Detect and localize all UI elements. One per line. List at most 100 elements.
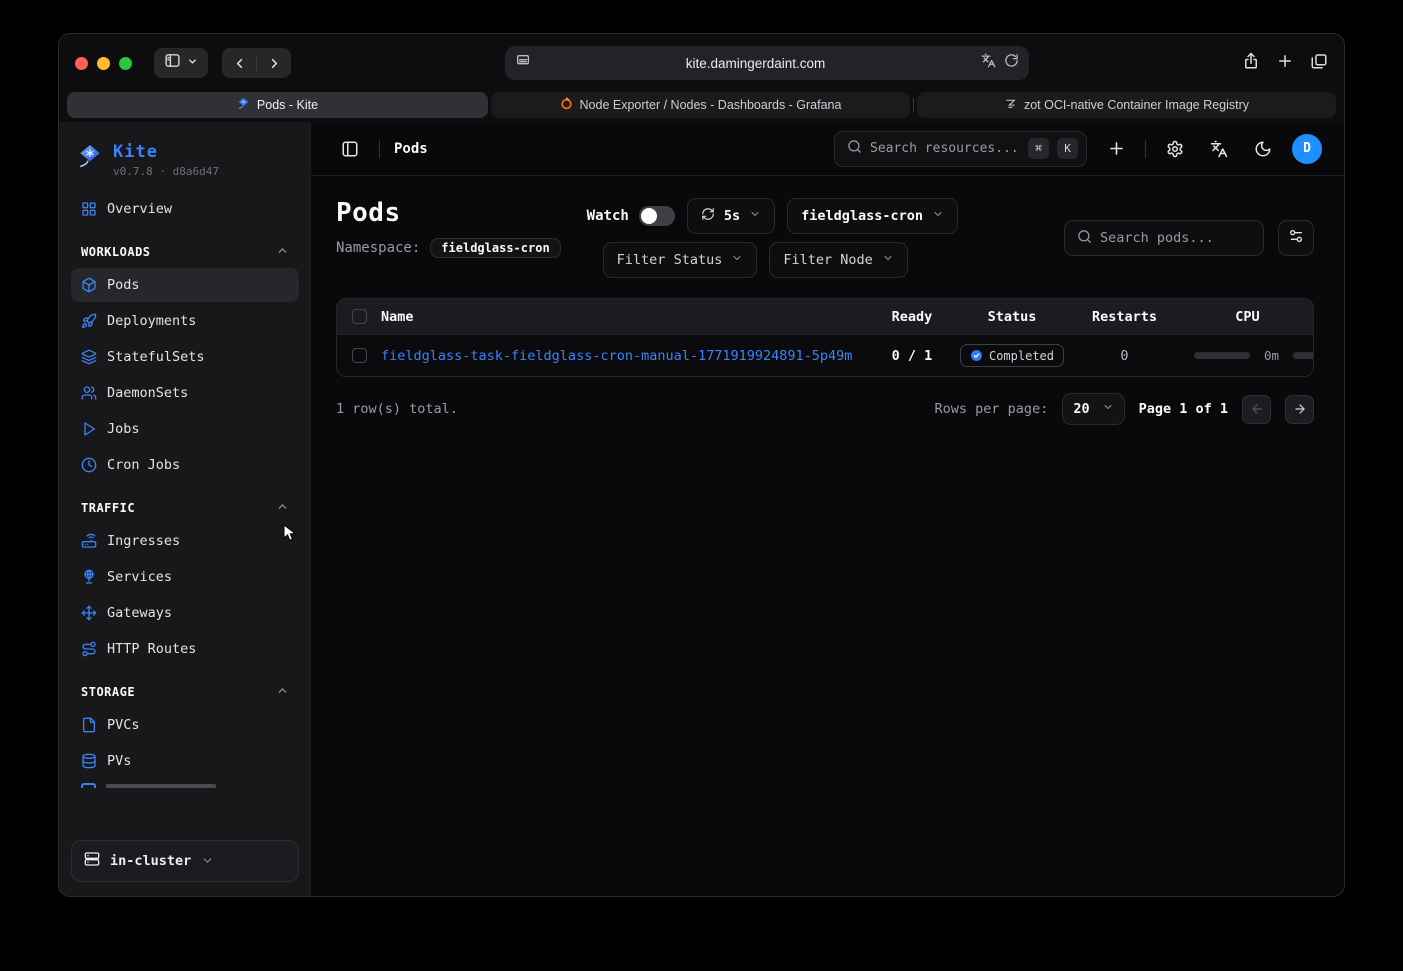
dark-mode-moon-icon[interactable]	[1248, 134, 1278, 164]
pods-search-input[interactable]	[1100, 230, 1251, 246]
filter-node-dropdown[interactable]: Filter Node	[769, 242, 907, 278]
sidebar-item-label: Overview	[107, 201, 172, 217]
sidebar-item-label: Deployments	[107, 313, 196, 329]
check-circle-icon	[970, 349, 983, 362]
section-traffic[interactable]: TRAFFIC	[71, 500, 299, 516]
grid-icon	[81, 201, 97, 217]
column-header-restarts[interactable]: Restarts	[1067, 309, 1182, 325]
tab-zot[interactable]: zot OCI-native Container Image Registry	[917, 92, 1336, 118]
sidebar-item-gateways[interactable]: Gateways	[71, 596, 299, 630]
settings-gear-icon[interactable]	[1160, 134, 1190, 164]
sidebar-item-label: HTTP Routes	[107, 641, 196, 657]
sidebar-item-deployments[interactable]: Deployments	[71, 304, 299, 338]
address-bar[interactable]: kite.damingerdaint.com	[505, 46, 1029, 80]
sidebar-item-http-routes[interactable]: HTTP Routes	[71, 632, 299, 666]
tab-overview-icon[interactable]	[1310, 52, 1328, 75]
sidebar-scroll-area[interactable]: Kite v0.7.8 · d8a6d47 Overview WORKLOADS	[59, 122, 311, 830]
sidebar-item-pods[interactable]: Pods	[71, 268, 299, 302]
sidebar-item-statefulsets[interactable]: StatefulSets	[71, 340, 299, 374]
create-resource-button[interactable]	[1101, 134, 1131, 164]
filter-status-dropdown[interactable]: Filter Status	[603, 242, 758, 278]
tab-label: zot OCI-native Container Image Registry	[1024, 98, 1249, 112]
sidebar-item-label: Ingresses	[107, 533, 180, 549]
status-text: Completed	[989, 349, 1054, 363]
app-logo[interactable]: Kite v0.7.8 · d8a6d47	[71, 136, 299, 192]
refresh-interval-dropdown[interactable]: 5s	[687, 198, 775, 234]
chevron-down-icon	[932, 208, 944, 224]
search-icon	[847, 139, 862, 158]
namespace-badge: fieldglass-cron	[430, 238, 560, 258]
cluster-selector[interactable]: in-cluster	[71, 840, 299, 882]
language-icon[interactable]	[1204, 134, 1234, 164]
refresh-interval-value: 5s	[724, 208, 740, 224]
global-search-input[interactable]	[870, 141, 1020, 156]
new-tab-icon[interactable]	[1276, 52, 1294, 75]
select-all-checkbox[interactable]	[352, 309, 367, 324]
close-window-button[interactable]	[75, 57, 88, 70]
browser-toolbar: kite.damingerdaint.com	[59, 34, 1344, 92]
breadcrumb: Pods	[394, 141, 428, 157]
previous-page-button[interactable]	[1242, 395, 1271, 424]
translate-page-icon[interactable]	[981, 53, 996, 73]
pods-search[interactable]	[1064, 220, 1264, 256]
sidebar-item-label: Jobs	[107, 421, 140, 437]
browser-sidebar-toggle-button[interactable]	[154, 48, 208, 78]
back-button[interactable]	[222, 48, 256, 78]
chevron-up-icon	[276, 500, 289, 516]
sidebar-item-cron-jobs[interactable]: Cron Jobs	[71, 448, 299, 482]
section-workloads[interactable]: WORKLOADS	[71, 244, 299, 260]
column-settings-button[interactable]	[1278, 220, 1314, 256]
browser-window: kite.damingerdaint.com Pods -	[58, 33, 1345, 897]
forward-button[interactable]	[257, 48, 291, 78]
sidebar-panel-icon	[164, 52, 181, 74]
share-icon[interactable]	[1242, 52, 1260, 75]
section-label: WORKLOADS	[81, 245, 151, 259]
chevron-down-icon	[882, 252, 894, 268]
pod-name-link[interactable]: fieldglass-task-fieldglass-cron-manual-1…	[381, 348, 867, 364]
page-info: Page 1 of 1	[1139, 401, 1228, 417]
sidebar-item-overview[interactable]: Overview	[71, 192, 299, 226]
watch-toggle[interactable]	[639, 206, 675, 226]
section-label: TRAFFIC	[81, 501, 135, 515]
kbd-command: ⌘	[1028, 138, 1049, 159]
tab-grafana[interactable]: Node Exporter / Nodes - Dashboards - Gra…	[491, 92, 910, 118]
table-row[interactable]: fieldglass-task-fieldglass-cron-manual-1…	[337, 334, 1313, 376]
page-title: Pods	[336, 198, 561, 228]
tab-label: Node Exporter / Nodes - Dashboards - Gra…	[580, 98, 842, 112]
section-storage[interactable]: STORAGE	[71, 684, 299, 700]
router-icon	[81, 533, 97, 549]
reload-icon[interactable]	[1004, 53, 1019, 73]
sidebar-item-daemonsets[interactable]: DaemonSets	[71, 376, 299, 410]
tab-label: Pods - Kite	[257, 98, 318, 112]
rows-total-text: 1 row(s) total.	[336, 401, 458, 417]
next-page-button[interactable]	[1285, 395, 1314, 424]
sidebar-item-pvs[interactable]: PVs	[71, 744, 299, 778]
sidebar-item-ingresses[interactable]: Ingresses	[71, 524, 299, 558]
chrome-right-buttons	[1242, 52, 1328, 75]
column-header-status[interactable]: Status	[957, 309, 1067, 325]
app-sidebar-toggle-button[interactable]	[335, 134, 365, 164]
sidebar-item-jobs[interactable]: Jobs	[71, 412, 299, 446]
column-header-ready[interactable]: Ready	[867, 309, 957, 325]
table-footer: 1 row(s) total. Rows per page: 20 Page 1…	[311, 377, 1344, 425]
reader-icon[interactable]	[515, 53, 531, 74]
zot-favicon	[1004, 97, 1017, 113]
avatar[interactable]: D	[1292, 134, 1322, 164]
file-icon	[81, 717, 97, 733]
global-search[interactable]: ⌘ K	[834, 131, 1087, 167]
column-header-cpu[interactable]: CPU	[1182, 309, 1313, 325]
minimize-window-button[interactable]	[97, 57, 110, 70]
sidebar-item-label: Cron Jobs	[107, 457, 180, 473]
rows-per-page-value: 20	[1073, 401, 1089, 417]
sidebar-item-services[interactable]: Services	[71, 560, 299, 594]
tab-pods-kite[interactable]: Pods - Kite	[67, 92, 488, 118]
rows-per-page-dropdown[interactable]: 20	[1062, 393, 1124, 425]
sidebar-item-pvcs[interactable]: PVCs	[71, 708, 299, 742]
cluster-name: in-cluster	[110, 853, 191, 869]
layers-icon	[81, 349, 97, 365]
column-header-name[interactable]: Name	[381, 309, 867, 325]
namespace-select-dropdown[interactable]: fieldglass-cron	[787, 198, 958, 234]
nav-buttons	[222, 48, 291, 78]
zoom-window-button[interactable]	[119, 57, 132, 70]
row-checkbox[interactable]	[352, 348, 367, 363]
